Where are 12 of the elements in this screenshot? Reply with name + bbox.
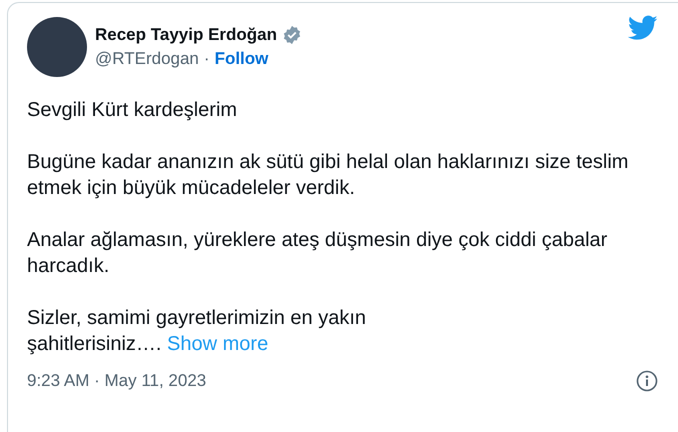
bird-logo-icon[interactable] bbox=[628, 15, 658, 41]
separator: · bbox=[204, 49, 210, 69]
tweet-paragraph: Bugüne kadar ananızın ak sütü gibi helal olan haklarınızı size teslim etmek için büyük mücadeleler verdik. bbox=[27, 150, 630, 201]
tweet-timestamp[interactable]: 9:23 AM · May 11, 2023 bbox=[27, 371, 206, 391]
author-name: Recep Tayyip Erdoğan bbox=[95, 25, 278, 45]
show-more-link[interactable]: Show more bbox=[167, 333, 268, 355]
info-icon[interactable] bbox=[636, 370, 658, 392]
tweet-paragraph: Sizler, samimi gayretlerimizin en yakın şahitlerisiniz…. Show more bbox=[27, 306, 367, 357]
author-handle: @RTErdogan bbox=[95, 49, 199, 69]
tweet-paragraph: Sevgili Kürt kardeşlerim bbox=[27, 98, 238, 123]
tweet-paragraph: Analar ağlamasın, yüreklere ateş düşmesin diye çok ciddi çabalar harcadık. bbox=[27, 228, 608, 279]
follow-link[interactable]: Follow bbox=[214, 49, 268, 69]
